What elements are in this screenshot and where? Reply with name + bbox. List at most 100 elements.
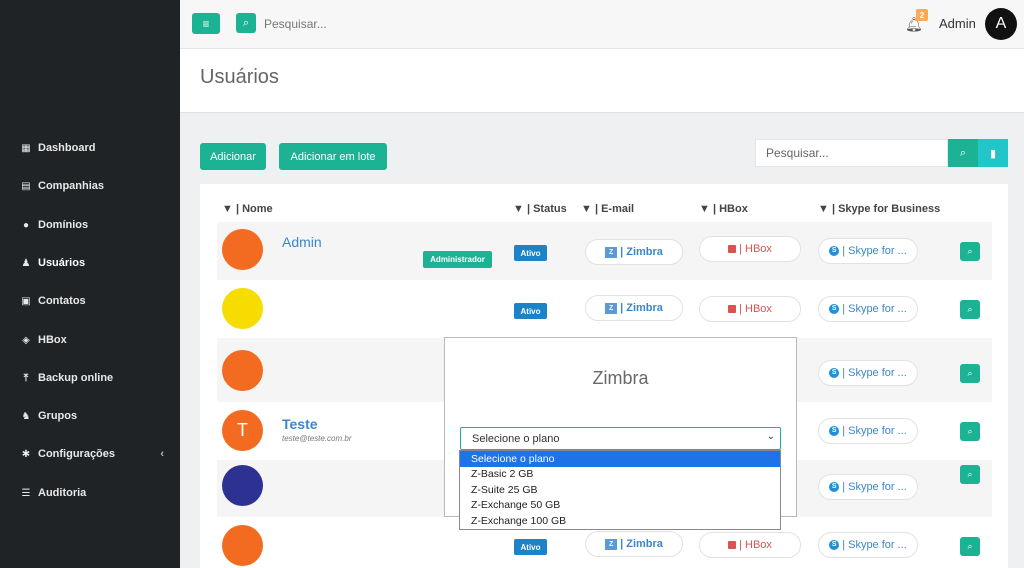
user-icon: ♟	[21, 257, 31, 269]
sidebar-item-label: HBox	[38, 334, 67, 346]
modal-title: Zimbra	[592, 368, 649, 388]
view-button[interactable]: ⌕	[960, 300, 980, 319]
sidebar-item-label: Contatos	[38, 295, 86, 307]
skype-label: | Skype for ...	[842, 303, 907, 315]
chevron-down-icon: ⌄	[766, 431, 775, 442]
view-button[interactable]: ⌕	[960, 242, 980, 261]
chevron-left-icon: ‹	[160, 448, 164, 460]
skype-button[interactable]: S | Skype for ...	[818, 296, 918, 322]
building-icon: ▤	[21, 180, 31, 192]
avatar	[222, 465, 263, 506]
sidebar-item-dashboard[interactable]: ▦ Dashboard	[0, 129, 180, 167]
cube-icon	[728, 541, 737, 549]
plan-select-value: Selecione o plano	[472, 432, 560, 445]
export-button[interactable]: ▮	[978, 139, 1008, 167]
user-name-link[interactable]: Teste	[282, 416, 318, 432]
sidebar-item-contatos[interactable]: ▣ Contatos	[0, 282, 180, 320]
avatar[interactable]: A	[985, 8, 1017, 40]
page-header: Usuários	[180, 49, 1024, 113]
filter-icon: ▼	[581, 203, 592, 215]
view-button[interactable]: ⌕	[960, 465, 980, 484]
sidebar-item-configuracoes[interactable]: ✱ Configurações ‹	[0, 435, 180, 473]
plan-option[interactable]: Z-Basic 2 GB	[460, 467, 780, 483]
zimbra-label: | Zimbra	[620, 246, 663, 258]
zoom-icon: ⌕	[967, 541, 973, 551]
sidebar-item-companhias[interactable]: ▤ Companhias	[0, 167, 180, 205]
header-label: | Skype for Business	[831, 203, 941, 215]
header-label: | HBox	[712, 203, 748, 215]
cube-icon	[728, 305, 737, 313]
avatar: T	[222, 410, 263, 451]
sidebar-item-hbox[interactable]: ◈ HBox	[0, 321, 180, 359]
avatar	[222, 350, 263, 391]
filter-icon: ▼	[818, 203, 829, 215]
plan-option[interactable]: Z-Exchange 100 GB	[460, 513, 780, 529]
plan-select[interactable]: Selecione o plano ⌄	[460, 427, 781, 450]
hbox-button[interactable]: | HBox	[699, 532, 801, 558]
header-label: | Status	[526, 203, 567, 215]
top-search-input[interactable]	[264, 14, 464, 34]
header-status[interactable]: ▼ | Status	[513, 203, 567, 215]
skype-label: | Skype for ...	[842, 539, 907, 551]
sidebar-item-usuarios[interactable]: ♟ Usuários	[0, 244, 180, 282]
sidebar-item-auditoria[interactable]: ☰ Auditoria	[0, 474, 180, 512]
address-card-icon: ▣	[21, 295, 31, 307]
zimbra-icon: Z	[605, 246, 618, 258]
sidebar-item-dominios[interactable]: ● Domínios	[0, 206, 180, 244]
notification-badge: 2	[916, 9, 928, 21]
zoom-icon: ⌕	[967, 304, 973, 314]
header-skype[interactable]: ▼ | Skype for Business	[818, 203, 940, 215]
plan-option[interactable]: Z-Exchange 50 GB	[460, 498, 780, 514]
cog-icon: ✱	[21, 448, 31, 460]
hbox-button[interactable]: | HBox	[699, 236, 801, 262]
zoom-icon: ⌕	[967, 426, 973, 436]
plan-dropdown: Selecione o plano Z-Basic 2 GB Z-Suite 2…	[459, 450, 781, 530]
user-name[interactable]: Admin	[939, 16, 976, 31]
sidebar-item-backup-online[interactable]: ⤒ Backup online	[0, 359, 180, 397]
skype-label: | Skype for ...	[842, 481, 907, 493]
skype-button[interactable]: S | Skype for ...	[818, 418, 918, 444]
zoom-icon: ⌕	[967, 246, 973, 256]
top-bar: ≡ ⌕ 🔔︎ 2 Admin A	[180, 0, 1024, 49]
zimbra-button[interactable]: Z | Zimbra	[585, 239, 683, 265]
user-name-link[interactable]: Admin	[282, 234, 322, 250]
skype-icon: S	[829, 304, 840, 314]
search-input[interactable]	[755, 139, 948, 167]
skype-button[interactable]: S | Skype for ...	[818, 238, 918, 264]
sidebar-item-label: Auditoria	[38, 487, 87, 499]
sidebar-item-label: Backup online	[38, 372, 114, 384]
sidebar-item-label: Grupos	[38, 410, 78, 422]
menu-toggle-button[interactable]: ≡	[192, 13, 220, 34]
skype-icon: S	[829, 368, 840, 378]
hbox-button[interactable]: | HBox	[699, 296, 801, 322]
sidebar-item-label: Configurações	[38, 448, 116, 460]
role-badge: Administrador	[423, 251, 492, 268]
zimbra-button[interactable]: Z | Zimbra	[585, 295, 683, 321]
zimbra-icon: Z	[605, 302, 618, 314]
skype-button[interactable]: S | Skype for ...	[818, 532, 918, 558]
skype-button[interactable]: S | Skype for ...	[818, 360, 918, 386]
search-button[interactable]: ⌕	[948, 139, 978, 167]
sidebar-item-label: Domínios	[38, 219, 89, 231]
skype-button[interactable]: S | Skype for ...	[818, 474, 918, 500]
header-hbox[interactable]: ▼ | HBox	[699, 203, 748, 215]
view-button[interactable]: ⌕	[960, 537, 980, 556]
avatar	[222, 229, 263, 270]
sidebar-item-grupos[interactable]: ♞ Grupos	[0, 397, 180, 435]
search-icon[interactable]: ⌕	[236, 13, 256, 33]
header-email[interactable]: ▼ | E-mail	[581, 203, 634, 215]
add-batch-button[interactable]: Adicionar em lote	[279, 143, 387, 170]
skype-icon: S	[829, 246, 840, 256]
cube-icon: ◈	[22, 334, 30, 346]
skype-label: | Skype for ...	[842, 367, 907, 379]
view-button[interactable]: ⌕	[960, 364, 980, 383]
user-email: teste@teste.com.br	[282, 434, 352, 443]
plan-option[interactable]: Selecione o plano	[460, 451, 780, 467]
avatar	[222, 288, 263, 329]
add-button[interactable]: Adicionar	[200, 143, 266, 170]
view-button[interactable]: ⌕	[960, 422, 980, 441]
plan-option[interactable]: Z-Suite 25 GB	[460, 482, 780, 498]
zimbra-button[interactable]: Z | Zimbra	[585, 531, 683, 557]
header-nome[interactable]: ▼ | Nome	[222, 203, 273, 215]
header-label: | Nome	[235, 203, 273, 215]
